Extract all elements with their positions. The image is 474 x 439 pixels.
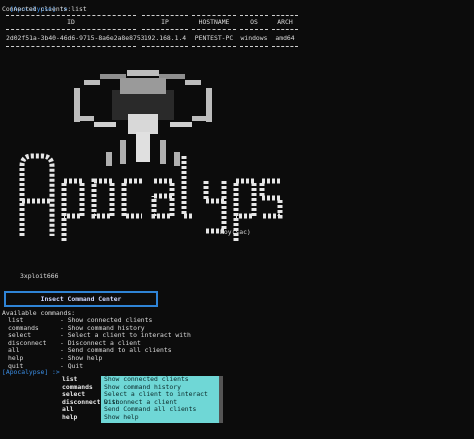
connected-label: Connected clients: [2, 5, 72, 13]
cell-arch: amd64 [275, 34, 295, 42]
col-header-arch: ARCH [277, 18, 293, 26]
cell-hostname: PENTEST-PC [194, 34, 234, 42]
apocalypse-logo: Roy(sac) [19, 70, 283, 241]
cell-os: windows [240, 34, 268, 42]
col-header-os: OS [250, 18, 258, 26]
col-header-ip: IP [161, 18, 169, 26]
mushroom-cloud-icon [74, 70, 212, 166]
cell-id: 2d02f51a-3b40-46d6-9715-8a6e2a8e8753 [6, 34, 145, 42]
command-center-banner: Insect Command Center [4, 291, 158, 307]
input-prompt[interactable]: [Apocalypse] :> [2, 368, 60, 376]
banner-label: Insect Command Center [40, 295, 122, 303]
cell-ip: 192.168.1.4 [143, 34, 187, 42]
logo-author: Roy(sac) [220, 228, 251, 236]
help-command-desc: - Quit [60, 361, 84, 370]
completion-desc-box: Show connected clients Show command histo… [101, 375, 219, 423]
command-text: list [71, 5, 87, 13]
col-header-hostname: HOSTNAME [198, 18, 230, 26]
completion-item-name[interactable]: help [62, 413, 77, 422]
col-header-id: ID [67, 18, 75, 26]
completion-item-desc[interactable]: Show help [101, 413, 219, 422]
handle-text: 3xploit666 [20, 272, 59, 280]
completion-scrollbar[interactable] [219, 376, 223, 423]
